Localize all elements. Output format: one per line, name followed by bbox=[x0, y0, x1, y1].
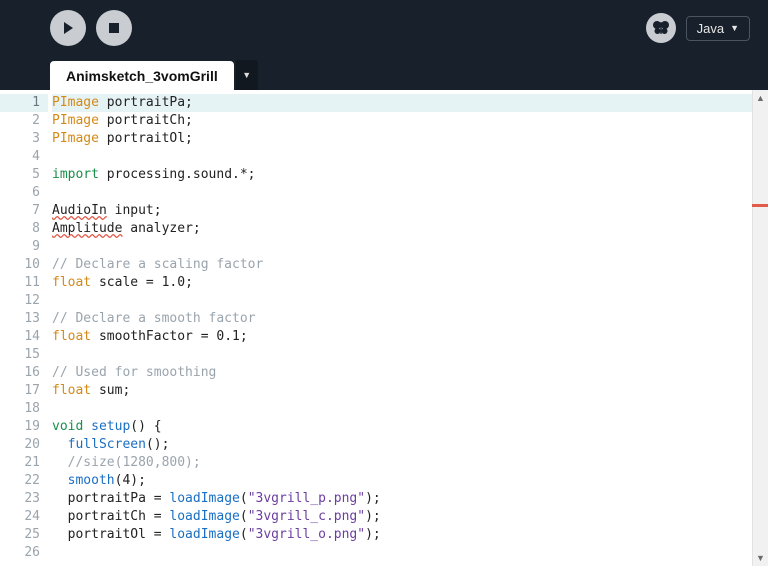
line-number: 23 bbox=[0, 490, 48, 508]
code-line[interactable]: float smoothFactor = 0.1; bbox=[52, 328, 752, 346]
run-button[interactable] bbox=[50, 10, 86, 46]
language-label: Java bbox=[697, 21, 724, 36]
code-line[interactable]: portraitPa = loadImage("3vgrill_p.png"); bbox=[52, 490, 752, 508]
debug-button[interactable] bbox=[646, 13, 676, 43]
code-line[interactable]: // Used for smoothing bbox=[52, 364, 752, 382]
line-number: 18 bbox=[0, 400, 48, 418]
line-number: 9 bbox=[0, 238, 48, 256]
line-number: 7 bbox=[0, 202, 48, 220]
editor: 1234567891011121314151617181920212223242… bbox=[0, 90, 768, 566]
code-line[interactable] bbox=[52, 184, 752, 202]
code-line[interactable] bbox=[52, 292, 752, 310]
code-line[interactable] bbox=[52, 148, 752, 166]
code-line[interactable]: float sum; bbox=[52, 382, 752, 400]
chevron-down-icon: ▼ bbox=[242, 70, 251, 80]
line-number: 24 bbox=[0, 508, 48, 526]
code-line[interactable] bbox=[52, 346, 752, 364]
line-number: 14 bbox=[0, 328, 48, 346]
error-marker[interactable] bbox=[752, 204, 768, 207]
line-number: 8 bbox=[0, 220, 48, 238]
line-number: 6 bbox=[0, 184, 48, 202]
line-number: 4 bbox=[0, 148, 48, 166]
code-line[interactable]: AudioIn input; bbox=[52, 202, 752, 220]
code-line[interactable]: float scale = 1.0; bbox=[52, 274, 752, 292]
code-line[interactable]: void setup() { bbox=[52, 418, 752, 436]
stop-icon bbox=[108, 22, 120, 34]
scroll-up-arrow[interactable]: ▲ bbox=[753, 90, 768, 106]
play-icon bbox=[61, 21, 75, 35]
line-number: 19 bbox=[0, 418, 48, 436]
line-number: 5 bbox=[0, 166, 48, 184]
code-line[interactable]: smooth(4); bbox=[52, 472, 752, 490]
line-number: 17 bbox=[0, 382, 48, 400]
line-number: 12 bbox=[0, 292, 48, 310]
code-area[interactable]: PImage portraitPa;PImage portraitCh;PIma… bbox=[48, 90, 752, 566]
scroll-down-arrow[interactable]: ▼ bbox=[753, 550, 768, 566]
line-number: 11 bbox=[0, 274, 48, 292]
line-number: 3 bbox=[0, 130, 48, 148]
line-number: 25 bbox=[0, 526, 48, 544]
code-line[interactable]: Amplitude analyzer; bbox=[52, 220, 752, 238]
code-line[interactable]: PImage portraitPa; bbox=[52, 94, 752, 112]
line-number: 1 bbox=[0, 94, 48, 112]
toolbar: Java ▼ bbox=[0, 0, 768, 56]
language-select[interactable]: Java ▼ bbox=[686, 16, 750, 41]
line-number: 13 bbox=[0, 310, 48, 328]
line-number: 20 bbox=[0, 436, 48, 454]
code-line[interactable]: //size(1280,800); bbox=[52, 454, 752, 472]
line-number: 26 bbox=[0, 544, 48, 562]
line-number: 10 bbox=[0, 256, 48, 274]
code-line[interactable]: portraitCh = loadImage("3vgrill_c.png"); bbox=[52, 508, 752, 526]
code-line[interactable]: // Declare a scaling factor bbox=[52, 256, 752, 274]
line-number: 16 bbox=[0, 364, 48, 382]
toolbar-right: Java ▼ bbox=[646, 13, 750, 43]
line-number: 22 bbox=[0, 472, 48, 490]
tab-label: Animsketch_3vomGrill bbox=[66, 68, 218, 84]
gutter: 1234567891011121314151617181920212223242… bbox=[0, 90, 48, 566]
code-line[interactable]: PImage portraitCh; bbox=[52, 112, 752, 130]
code-line[interactable]: portraitOl = loadImage("3vgrill_o.png"); bbox=[52, 526, 752, 544]
tab-dropdown[interactable]: ▼ bbox=[236, 60, 258, 90]
code-line[interactable]: import processing.sound.*; bbox=[52, 166, 752, 184]
chevron-down-icon: ▼ bbox=[730, 23, 739, 33]
code-line[interactable]: fullScreen(); bbox=[52, 436, 752, 454]
tab-strip: Animsketch_3vomGrill ▼ bbox=[0, 56, 768, 90]
sketch-tab[interactable]: Animsketch_3vomGrill bbox=[50, 61, 234, 90]
line-number: 2 bbox=[0, 112, 48, 130]
stop-button[interactable] bbox=[96, 10, 132, 46]
vertical-scrollbar[interactable]: ▲ ▼ bbox=[752, 90, 768, 566]
toolbar-left bbox=[18, 10, 646, 46]
code-line[interactable]: // Declare a smooth factor bbox=[52, 310, 752, 328]
code-line[interactable] bbox=[52, 238, 752, 256]
line-number: 15 bbox=[0, 346, 48, 364]
code-line[interactable] bbox=[52, 400, 752, 418]
butterfly-icon bbox=[652, 19, 670, 37]
code-line[interactable]: PImage portraitOl; bbox=[52, 130, 752, 148]
code-line[interactable] bbox=[52, 544, 752, 562]
line-number: 21 bbox=[0, 454, 48, 472]
